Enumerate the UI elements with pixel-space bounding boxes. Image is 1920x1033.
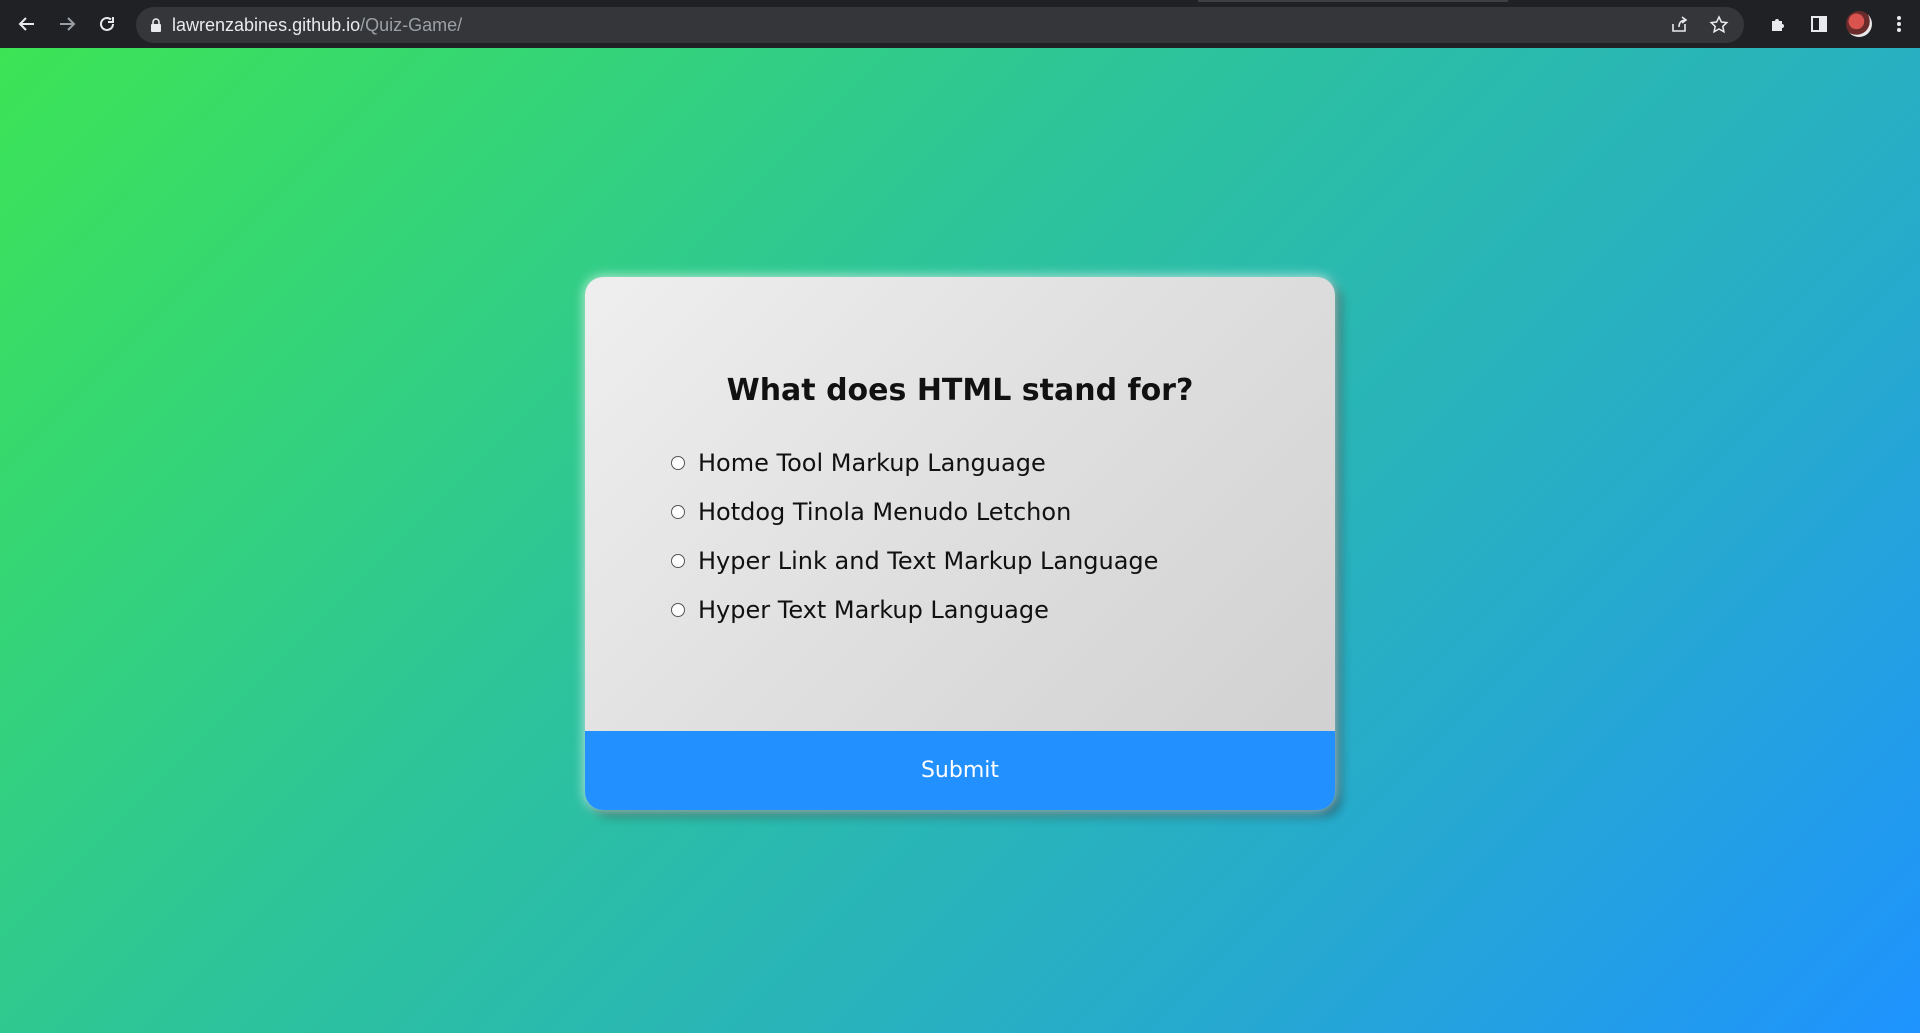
lock-icon[interactable]: [150, 18, 162, 32]
answer-option-2[interactable]: Hotdog Tinola Menudo Letchon: [671, 487, 1335, 536]
browser-toolbar: lawrenzabines.github.io/Quiz-Game/: [0, 0, 1920, 48]
answer-list: Home Tool Markup Language Hotdog Tinola …: [585, 438, 1335, 634]
answer-label[interactable]: Home Tool Markup Language: [698, 449, 1046, 477]
side-panel-icon: [1809, 14, 1829, 34]
navigation-buttons: [10, 7, 124, 41]
reload-icon: [97, 14, 117, 34]
share-icon: [1669, 15, 1689, 35]
menu-button[interactable]: [1882, 7, 1916, 41]
quiz-card: What does HTML stand for? Home Tool Mark…: [585, 277, 1335, 810]
radio-button[interactable]: [671, 602, 685, 617]
radio-button[interactable]: [671, 504, 685, 519]
radio-button[interactable]: [671, 455, 685, 470]
forward-button[interactable]: [50, 7, 84, 41]
omnibox-actions: [1662, 8, 1736, 42]
profile-button[interactable]: [1842, 7, 1876, 41]
question-text: What does HTML stand for?: [726, 373, 1194, 408]
back-button[interactable]: [10, 7, 44, 41]
reload-button[interactable]: [90, 7, 124, 41]
answer-label[interactable]: Hotdog Tinola Menudo Letchon: [698, 498, 1071, 526]
submit-button[interactable]: Submit: [585, 731, 1335, 810]
page-viewport: What does HTML stand for? Home Tool Mark…: [0, 48, 1920, 1033]
kebab-menu-icon: [1896, 14, 1902, 34]
arrow-left-icon: [17, 14, 37, 34]
answer-option-4[interactable]: Hyper Text Markup Language: [671, 585, 1335, 634]
star-icon: [1709, 15, 1729, 35]
radio-button[interactable]: [671, 553, 685, 568]
answer-label[interactable]: Hyper Text Markup Language: [698, 596, 1049, 624]
puzzle-icon: [1769, 14, 1789, 34]
url-text: lawrenzabines.github.io/Quiz-Game/: [172, 15, 462, 36]
toolbar-right-actions: [1762, 7, 1920, 41]
side-panel-button[interactable]: [1802, 7, 1836, 41]
extensions-button[interactable]: [1762, 7, 1796, 41]
share-button[interactable]: [1662, 8, 1696, 42]
answer-option-3[interactable]: Hyper Link and Text Markup Language: [671, 536, 1335, 585]
quiz-body: What does HTML stand for? Home Tool Mark…: [585, 277, 1335, 731]
answer-label[interactable]: Hyper Link and Text Markup Language: [698, 547, 1158, 575]
url-host: lawrenzabines.github.io: [172, 14, 361, 35]
address-bar[interactable]: lawrenzabines.github.io/Quiz-Game/: [136, 7, 1744, 43]
avatar: [1846, 11, 1872, 37]
arrow-right-icon: [57, 14, 77, 34]
bookmark-button[interactable]: [1702, 8, 1736, 42]
url-path: /Quiz-Game/: [360, 14, 463, 35]
answer-option-1[interactable]: Home Tool Markup Language: [671, 438, 1335, 487]
tab-strip-edge: [1198, 0, 1508, 2]
